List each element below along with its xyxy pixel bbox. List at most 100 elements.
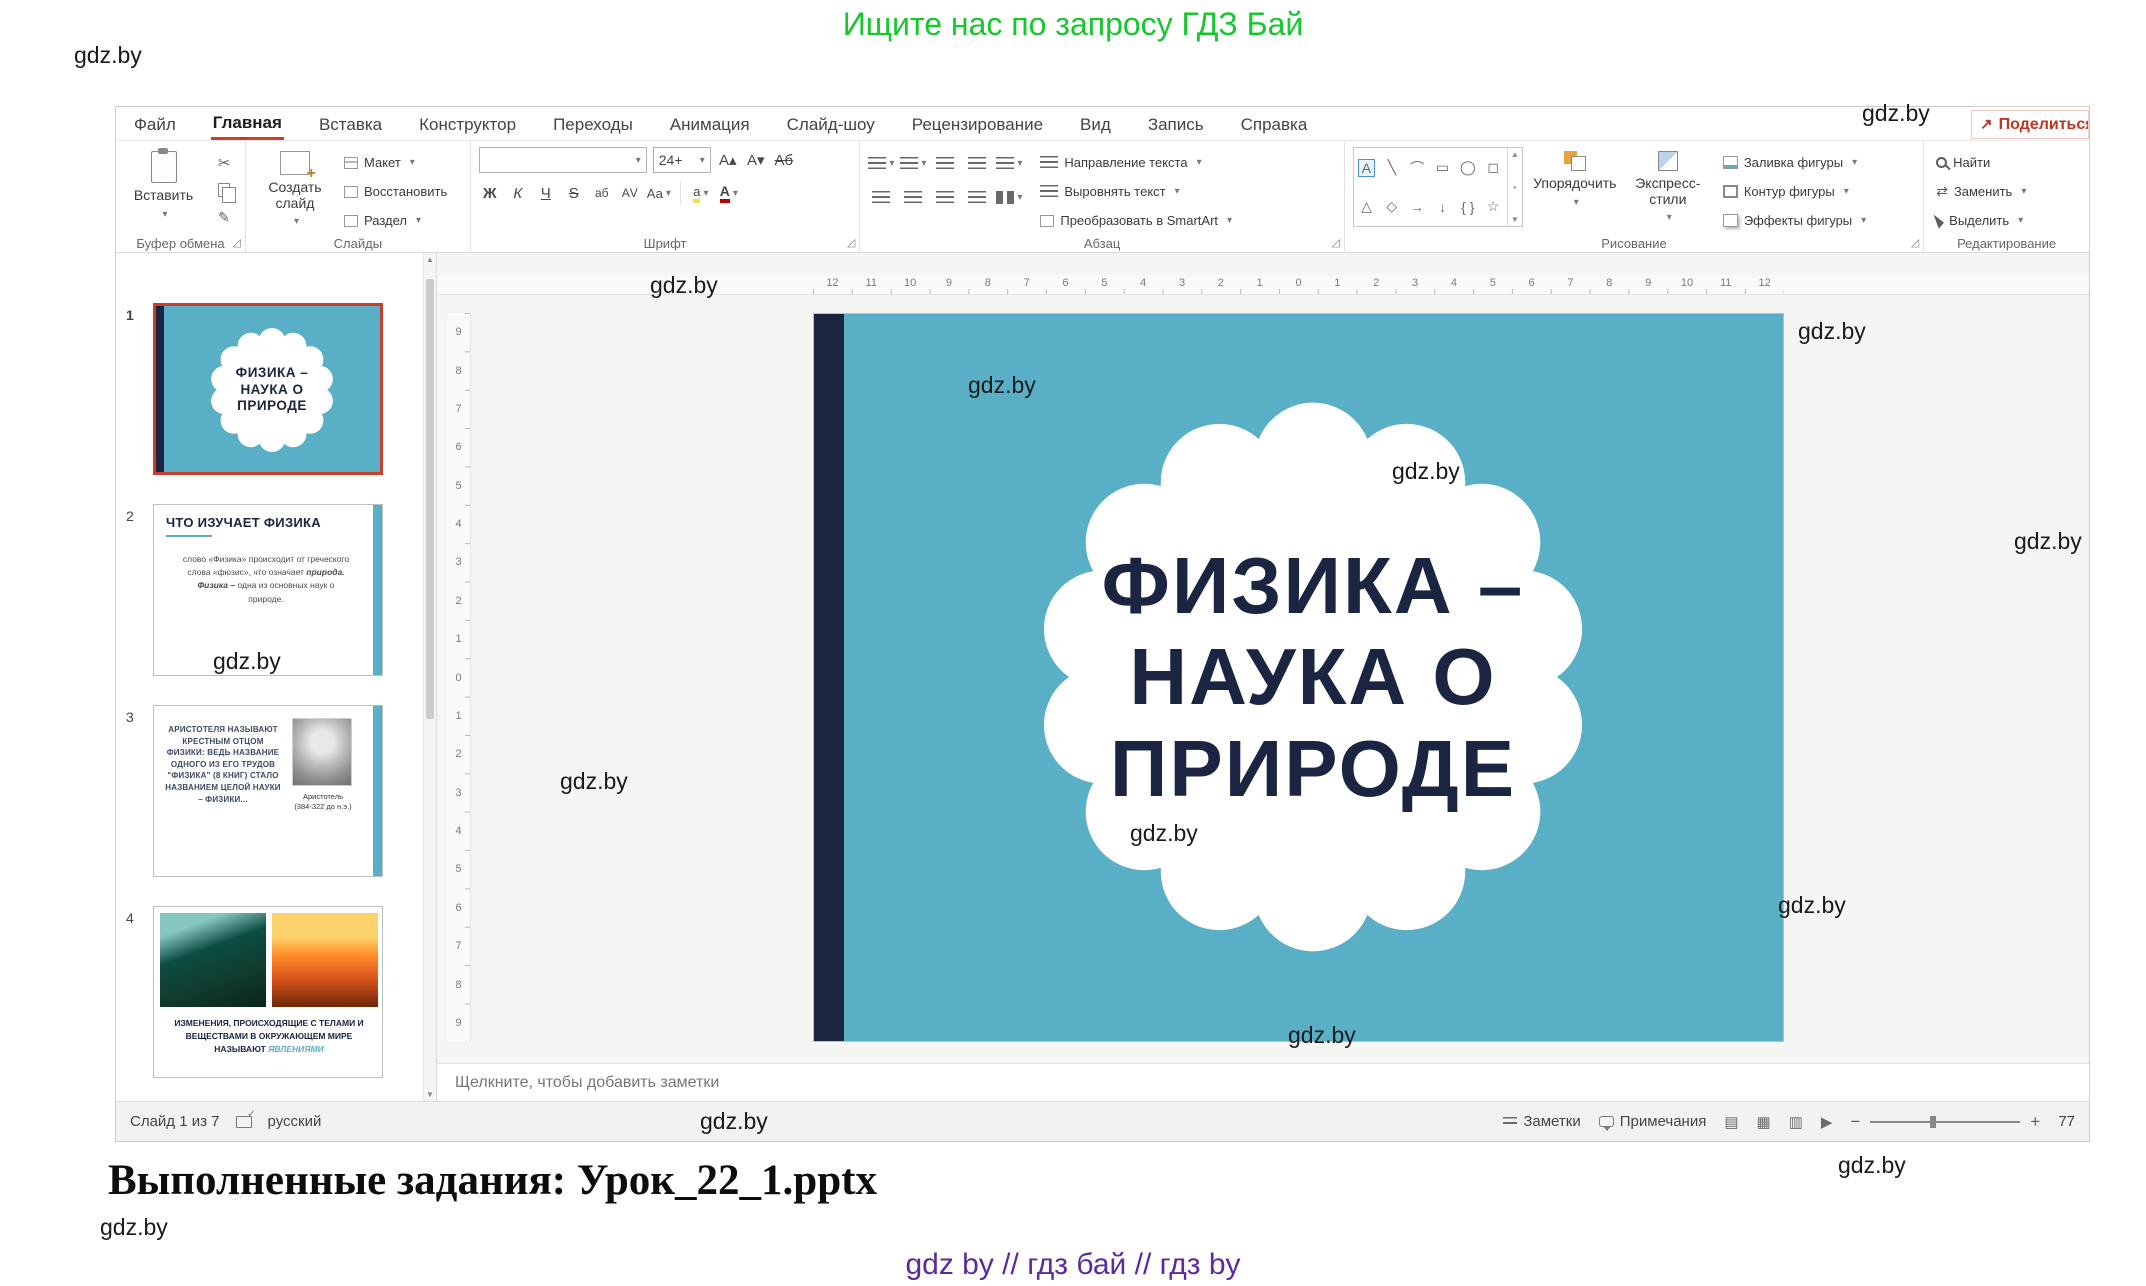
numbering-button[interactable] — [900, 151, 926, 175]
zoom-percentage[interactable]: 77 — [2058, 1113, 2075, 1130]
italic-button[interactable]: К — [507, 181, 529, 205]
section-button[interactable]: Раздел — [344, 207, 447, 234]
change-case-button[interactable]: Аа — [647, 181, 671, 205]
slide-thumbnail-3[interactable]: АРИСТОТЕЛЯ НАЗЫВАЮТ КРЕСТНЫМ ОТЦОМ ФИЗИК… — [153, 705, 383, 877]
align-center-button[interactable] — [900, 185, 926, 209]
decrease-indent-button[interactable] — [932, 151, 958, 175]
character-spacing-button[interactable]: АV — [619, 181, 641, 205]
font-name-combo[interactable] — [479, 147, 647, 173]
dialog-launcher-icon[interactable]: ◿ — [847, 236, 855, 249]
font-size-combo[interactable]: 24+ — [653, 147, 711, 173]
find-button[interactable]: Найти — [1936, 149, 2026, 176]
replace-button[interactable]: Заменить — [1936, 178, 2026, 205]
align-text-button[interactable]: Выровнять текст — [1040, 178, 1232, 205]
paste-button[interactable]: Вставить — [124, 147, 203, 220]
font-color-button[interactable]: А — [718, 181, 740, 205]
slide-canvas[interactable]: ФИЗИКА – НАУКА О ПРИРОДЕ — [813, 313, 1784, 1042]
clear-formatting-button[interactable]: Аб — [773, 148, 795, 172]
underline-button[interactable]: Ч — [535, 181, 557, 205]
text-shadow-button[interactable]: аб — [591, 181, 613, 205]
shape-effects-button[interactable]: Эффекты фигуры — [1723, 207, 1866, 234]
slide-thumbnail-4[interactable]: ИЗМЕНЕНИЯ, ПРОИСХОДЯЩИЕ С ТЕЛАМИ И ВЕЩЕС… — [153, 906, 383, 1078]
shape-arrow-right-icon[interactable]: → — [1410, 199, 1424, 215]
notes-pane[interactable]: Щелкните, чтобы добавить заметки — [437, 1063, 2089, 1101]
copy-button[interactable] — [211, 178, 237, 202]
convert-smartart-button[interactable]: Преобразовать в SmartArt — [1040, 207, 1232, 234]
notes-toggle-button[interactable]: Заметки — [1503, 1113, 1580, 1130]
title-badge[interactable]: ФИЗИКА – НАУКА О ПРИРОДЕ — [1030, 394, 1596, 960]
tab-design[interactable]: Конструктор — [417, 109, 518, 139]
justify-button[interactable] — [964, 185, 990, 209]
strikethrough-button[interactable]: S — [563, 181, 585, 205]
shape-line-icon[interactable]: ╲ — [1388, 159, 1396, 176]
tab-view[interactable]: Вид — [1078, 109, 1113, 139]
zoom-out-button[interactable]: − — [1850, 1112, 1860, 1132]
quick-styles-button[interactable]: Экспресс-стили — [1627, 147, 1709, 224]
spellcheck-icon[interactable] — [236, 1116, 252, 1128]
tab-file[interactable]: Файл — [132, 109, 178, 139]
slideshow-view-button[interactable]: ▶ — [1821, 1113, 1833, 1131]
tab-slideshow[interactable]: Слайд-шоу — [785, 109, 877, 139]
comments-toggle-button[interactable]: Примечания — [1599, 1113, 1707, 1130]
vertical-ruler[interactable]: 9876543210123456789 — [447, 313, 471, 1042]
dialog-launcher-icon[interactable]: ◿ — [233, 236, 241, 249]
shape-triangle-icon[interactable]: △ — [1361, 198, 1372, 215]
line-spacing-button[interactable] — [996, 151, 1022, 175]
increase-indent-button[interactable] — [964, 151, 990, 175]
scroll-down-icon[interactable]: ▼ — [424, 1090, 436, 1099]
slide-thumbnail-1[interactable]: ФИЗИКА – НАУКА О ПРИРОДЕ — [153, 303, 383, 475]
columns-button[interactable] — [996, 185, 1022, 209]
reset-button[interactable]: Восстановить — [344, 178, 447, 205]
zoom-slider[interactable] — [1870, 1121, 2020, 1123]
shapes-gallery[interactable]: А ╲ ⌒ ▭ ◯ ◻ △ ◇ → ↓ { } ☆ ▲▪▼ — [1353, 147, 1523, 227]
shape-diamond-icon[interactable]: ◇ — [1386, 198, 1397, 215]
normal-view-button[interactable]: ▤ — [1724, 1113, 1738, 1131]
tab-transitions[interactable]: Переходы — [551, 109, 635, 139]
tab-record[interactable]: Запись — [1146, 109, 1206, 139]
bold-button[interactable]: Ж — [479, 181, 501, 205]
shape-curve-icon[interactable]: ⌒ — [1410, 158, 1424, 178]
zoom-slider-thumb[interactable] — [1930, 1116, 1936, 1128]
new-slide-button[interactable]: Создать слайд — [254, 147, 336, 228]
cut-button[interactable] — [211, 151, 237, 175]
tab-help[interactable]: Справка — [1239, 109, 1310, 139]
shape-outline-button[interactable]: Контур фигуры — [1723, 178, 1866, 205]
tab-home[interactable]: Главная — [211, 107, 284, 140]
reading-view-button[interactable]: ▥ — [1789, 1113, 1803, 1131]
slide-sorter-view-button[interactable]: ▦ — [1757, 1113, 1771, 1131]
shape-square-icon[interactable]: ◻ — [1487, 159, 1499, 176]
shrink-font-button[interactable]: А▾ — [745, 148, 767, 172]
tab-review[interactable]: Рецензирование — [910, 109, 1045, 139]
bullets-button[interactable] — [868, 151, 894, 175]
shapes-gallery-scrollbar[interactable]: ▲▪▼ — [1507, 148, 1522, 226]
shape-brace-icon[interactable]: { } — [1461, 199, 1474, 215]
shape-ellipse-icon[interactable]: ◯ — [1460, 159, 1476, 176]
arrange-button[interactable]: Упорядочить — [1531, 147, 1619, 208]
scroll-up-icon[interactable]: ▲ — [424, 255, 436, 264]
select-button[interactable]: Выделить — [1936, 207, 2026, 234]
highlight-color-button[interactable]: а — [690, 181, 712, 205]
share-button[interactable]: Поделиться — [1971, 110, 2089, 139]
layout-button[interactable]: Макет — [344, 149, 447, 176]
scrollbar-thumb[interactable] — [426, 279, 434, 719]
shape-star-icon[interactable]: ☆ — [1487, 198, 1500, 215]
scroll-up-icon[interactable]: ▲ — [1511, 150, 1519, 159]
shape-textbox-icon[interactable]: А — [1358, 159, 1375, 177]
align-right-button[interactable] — [932, 185, 958, 209]
zoom-in-button[interactable]: + — [2030, 1112, 2040, 1132]
grow-font-button[interactable]: А▴ — [717, 148, 739, 172]
shape-fill-button[interactable]: Заливка фигуры — [1723, 149, 1866, 176]
dialog-launcher-icon[interactable]: ◿ — [1911, 236, 1919, 249]
shape-rectangle-icon[interactable]: ▭ — [1436, 159, 1449, 176]
dialog-launcher-icon[interactable]: ◿ — [1331, 236, 1339, 249]
scroll-down-icon[interactable]: ▼ — [1511, 215, 1519, 224]
tab-animations[interactable]: Анимация — [668, 109, 752, 139]
language-indicator[interactable]: русский — [268, 1113, 322, 1130]
shape-fill-icon — [1723, 156, 1738, 169]
tab-insert[interactable]: Вставка — [317, 109, 384, 139]
align-left-button[interactable] — [868, 185, 894, 209]
format-painter-button[interactable] — [211, 205, 237, 229]
shape-arrow-down-icon[interactable]: ↓ — [1439, 199, 1446, 215]
thumbnail-scrollbar[interactable]: ▲ ▼ — [423, 253, 436, 1101]
text-direction-button[interactable]: Направление текста — [1040, 149, 1232, 176]
